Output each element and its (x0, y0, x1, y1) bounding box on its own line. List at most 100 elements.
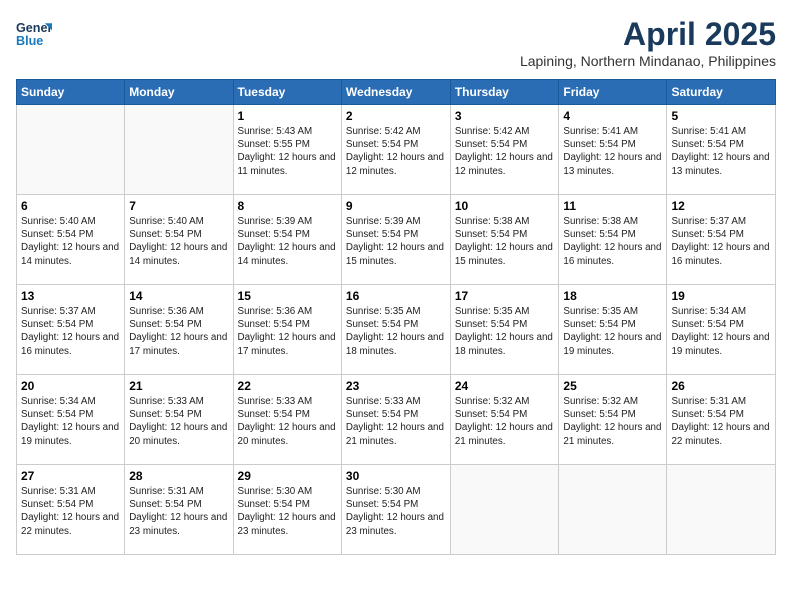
day-info: Sunrise: 5:35 AMSunset: 5:54 PMDaylight:… (455, 305, 555, 358)
day-number: 9 (346, 199, 446, 213)
calendar-cell: 10 Sunrise: 5:38 AMSunset: 5:54 PMDayligh… (450, 195, 559, 285)
day-number: 29 (238, 469, 337, 483)
day-info: Sunrise: 5:41 AMSunset: 5:54 PMDaylight:… (671, 125, 771, 178)
day-info: Sunrise: 5:30 AMSunset: 5:54 PMDaylight:… (238, 485, 337, 538)
day-info: Sunrise: 5:32 AMSunset: 5:54 PMDaylight:… (455, 395, 555, 448)
day-info: Sunrise: 5:40 AMSunset: 5:54 PMDaylight:… (21, 215, 120, 268)
day-info: Sunrise: 5:34 AMSunset: 5:54 PMDaylight:… (671, 305, 771, 358)
day-number: 10 (455, 199, 555, 213)
logo-icon: General Blue (16, 16, 52, 52)
day-number: 17 (455, 289, 555, 303)
day-number: 16 (346, 289, 446, 303)
day-number: 30 (346, 469, 446, 483)
calendar-table: SundayMondayTuesdayWednesdayThursdayFrid… (16, 79, 776, 555)
calendar-cell: 22Sunrise: 5:33 AMSunset: 5:54 PMDayligh… (233, 375, 341, 465)
day-info: Sunrise: 5:33 AMSunset: 5:54 PMDaylight:… (129, 395, 228, 448)
weekday-header-row: SundayMondayTuesdayWednesdayThursdayFrid… (17, 80, 776, 105)
weekday-header-sunday: Sunday (17, 80, 125, 105)
calendar-cell: 23 Sunrise: 5:33 AMSunset: 5:54 PMDayligh… (341, 375, 450, 465)
calendar-cell: 4 Sunrise: 5:41 AMSunset: 5:54 PMDaylight… (559, 105, 667, 195)
svg-text:Blue: Blue (16, 34, 43, 48)
day-number: 12 (671, 199, 771, 213)
day-info: Sunrise: 5:30 AMSunset: 5:54 PMDaylight:… (346, 485, 446, 538)
day-info: Sunrise: 5:41 AMSunset: 5:54 PMDaylight:… (563, 125, 662, 178)
day-number: 18 (563, 289, 662, 303)
calendar-cell: 2 Sunrise: 5:42 AMSunset: 5:54 PMDaylight… (341, 105, 450, 195)
weekday-header-friday: Friday (559, 80, 667, 105)
calendar-cell: 8Sunrise: 5:39 AMSunset: 5:54 PMDaylight… (233, 195, 341, 285)
calendar-cell: 5 Sunrise: 5:41 AMSunset: 5:54 PMDaylight… (667, 105, 776, 195)
day-info: Sunrise: 5:36 AMSunset: 5:54 PMDaylight:… (129, 305, 228, 358)
calendar-cell: 30 Sunrise: 5:30 AMSunset: 5:54 PMDayligh… (341, 465, 450, 555)
day-info: Sunrise: 5:31 AMSunset: 5:54 PMDaylight:… (671, 395, 771, 448)
day-number: 5 (671, 109, 771, 123)
day-info: Sunrise: 5:36 AMSunset: 5:54 PMDaylight:… (238, 305, 337, 358)
day-info: Sunrise: 5:40 AMSunset: 5:54 PMDaylight:… (129, 215, 228, 268)
day-number: 8 (238, 199, 337, 213)
calendar-cell: 28Sunrise: 5:31 AMSunset: 5:54 PMDayligh… (125, 465, 233, 555)
title-block: April 2025 Lapining, Northern Mindanao, … (520, 16, 776, 69)
day-number: 1 (238, 109, 337, 123)
calendar-cell: 27Sunrise: 5:31 AMSunset: 5:54 PMDayligh… (17, 465, 125, 555)
weekday-header-saturday: Saturday (667, 80, 776, 105)
day-info: Sunrise: 5:33 AMSunset: 5:54 PMDaylight:… (346, 395, 446, 448)
week-row-4: 20Sunrise: 5:34 AMSunset: 5:54 PMDayligh… (17, 375, 776, 465)
day-number: 3 (455, 109, 555, 123)
calendar-cell: 11Sunrise: 5:38 AMSunset: 5:54 PMDayligh… (559, 195, 667, 285)
weekday-header-monday: Monday (125, 80, 233, 105)
calendar-cell: 19 Sunrise: 5:34 AMSunset: 5:54 PMDayligh… (667, 285, 776, 375)
weekday-header-wednesday: Wednesday (341, 80, 450, 105)
weekday-header-tuesday: Tuesday (233, 80, 341, 105)
calendar-cell: 12 Sunrise: 5:37 AMSunset: 5:54 PMDayligh… (667, 195, 776, 285)
calendar-cell: 26 Sunrise: 5:31 AMSunset: 5:54 PMDayligh… (667, 375, 776, 465)
day-number: 23 (346, 379, 446, 393)
day-number: 26 (671, 379, 771, 393)
day-info: Sunrise: 5:33 AMSunset: 5:54 PMDaylight:… (238, 395, 337, 448)
calendar-cell: 9 Sunrise: 5:39 AMSunset: 5:54 PMDaylight… (341, 195, 450, 285)
day-info: Sunrise: 5:31 AMSunset: 5:54 PMDaylight:… (21, 485, 120, 538)
calendar-cell (667, 465, 776, 555)
day-number: 13 (21, 289, 120, 303)
calendar-cell: 7 Sunrise: 5:40 AMSunset: 5:54 PMDaylight… (125, 195, 233, 285)
day-info: Sunrise: 5:35 AMSunset: 5:54 PMDaylight:… (346, 305, 446, 358)
day-info: Sunrise: 5:43 AMSunset: 5:55 PMDaylight:… (238, 125, 337, 178)
day-info: Sunrise: 5:34 AMSunset: 5:54 PMDaylight:… (21, 395, 120, 448)
week-row-2: 6 Sunrise: 5:40 AMSunset: 5:54 PMDaylight… (17, 195, 776, 285)
weekday-header-thursday: Thursday (450, 80, 559, 105)
logo: General Blue (16, 16, 52, 52)
calendar-cell: 29 Sunrise: 5:30 AMSunset: 5:54 PMDayligh… (233, 465, 341, 555)
week-row-5: 27Sunrise: 5:31 AMSunset: 5:54 PMDayligh… (17, 465, 776, 555)
day-info: Sunrise: 5:32 AMSunset: 5:54 PMDaylight:… (563, 395, 662, 448)
week-row-1: 1 Sunrise: 5:43 AMSunset: 5:55 PMDaylight… (17, 105, 776, 195)
day-number: 2 (346, 109, 446, 123)
calendar-cell: 24 Sunrise: 5:32 AMSunset: 5:54 PMDayligh… (450, 375, 559, 465)
day-info: Sunrise: 5:38 AMSunset: 5:54 PMDaylight:… (455, 215, 555, 268)
calendar-cell: 25Sunrise: 5:32 AMSunset: 5:54 PMDayligh… (559, 375, 667, 465)
day-number: 14 (129, 289, 228, 303)
day-info: Sunrise: 5:39 AMSunset: 5:54 PMDaylight:… (346, 215, 446, 268)
calendar-cell: 17 Sunrise: 5:35 AMSunset: 5:54 PMDayligh… (450, 285, 559, 375)
day-number: 24 (455, 379, 555, 393)
day-info: Sunrise: 5:35 AMSunset: 5:54 PMDaylight:… (563, 305, 662, 358)
week-row-3: 13 Sunrise: 5:37 AMSunset: 5:54 PMDayligh… (17, 285, 776, 375)
day-number: 6 (21, 199, 120, 213)
day-number: 21 (129, 379, 228, 393)
day-info: Sunrise: 5:38 AMSunset: 5:54 PMDaylight:… (563, 215, 662, 268)
page-header: General Blue April 2025 Lapining, Northe… (16, 16, 776, 69)
calendar-cell (559, 465, 667, 555)
day-number: 28 (129, 469, 228, 483)
calendar-cell: 1 Sunrise: 5:43 AMSunset: 5:55 PMDaylight… (233, 105, 341, 195)
day-number: 4 (563, 109, 662, 123)
day-info: Sunrise: 5:42 AMSunset: 5:54 PMDaylight:… (346, 125, 446, 178)
calendar-cell: 18 Sunrise: 5:35 AMSunset: 5:54 PMDayligh… (559, 285, 667, 375)
day-info: Sunrise: 5:37 AMSunset: 5:54 PMDaylight:… (671, 215, 771, 268)
day-number: 19 (671, 289, 771, 303)
day-number: 7 (129, 199, 228, 213)
day-info: Sunrise: 5:37 AMSunset: 5:54 PMDaylight:… (21, 305, 120, 358)
calendar-cell: 21 Sunrise: 5:33 AMSunset: 5:54 PMDayligh… (125, 375, 233, 465)
day-number: 15 (238, 289, 337, 303)
location-subtitle: Lapining, Northern Mindanao, Philippines (520, 53, 776, 69)
calendar-cell: 6 Sunrise: 5:40 AMSunset: 5:54 PMDaylight… (17, 195, 125, 285)
calendar-cell: 16 Sunrise: 5:35 AMSunset: 5:54 PMDayligh… (341, 285, 450, 375)
calendar-cell (450, 465, 559, 555)
